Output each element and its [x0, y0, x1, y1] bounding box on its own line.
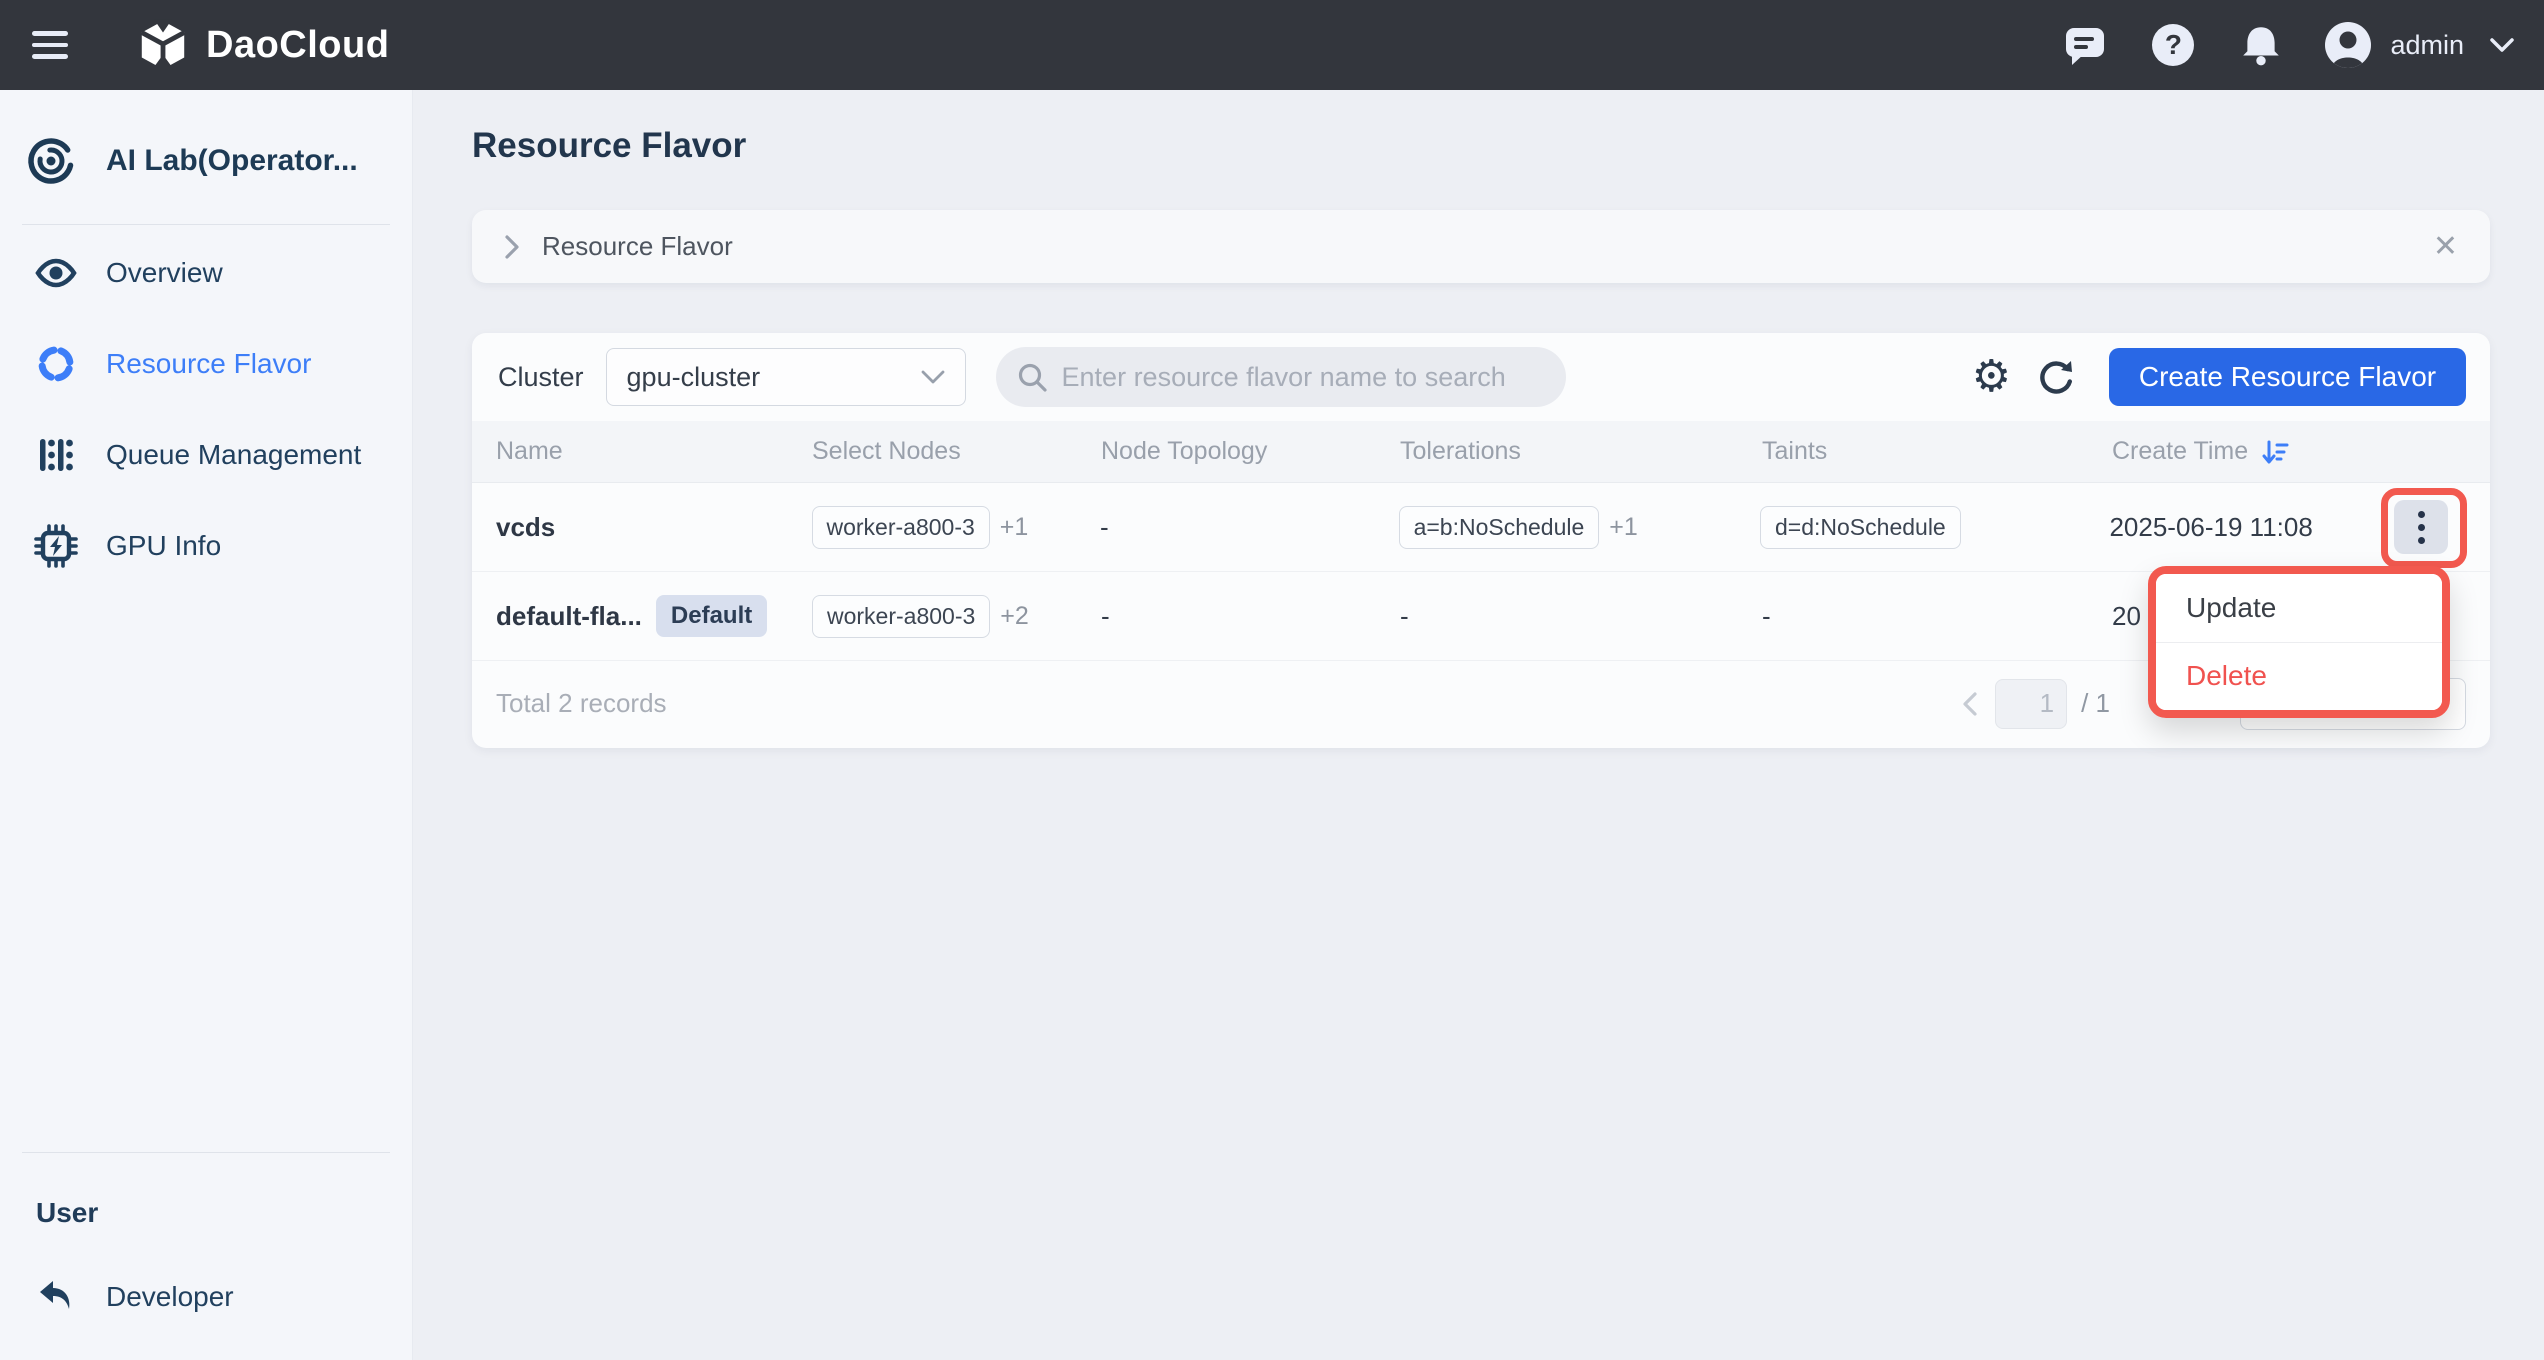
- page-number-input-box: [1995, 679, 2067, 729]
- sidebar-item-label: Queue Management: [106, 439, 361, 471]
- brand-name: DaoCloud: [206, 24, 389, 67]
- username-label: admin: [2390, 30, 2464, 61]
- user-menu[interactable]: admin: [2324, 21, 2514, 69]
- column-header-create-time: Create Time: [2112, 437, 2248, 466]
- navbar-right-group: ?: [2020, 21, 2514, 69]
- eye-icon: [34, 258, 78, 288]
- cluster-select[interactable]: gpu-cluster: [606, 348, 966, 406]
- search-box: [996, 347, 1566, 407]
- menu-item-delete[interactable]: Delete: [2156, 643, 2442, 711]
- table-row: vcds worker-a800-3+1 - a=b:NoSchedule+1 …: [472, 483, 2490, 572]
- sidebar: AI Lab(Operator... Overview R: [0, 90, 413, 1360]
- default-badge: Default: [656, 595, 767, 637]
- action-menu-highlight-annotation: Update Delete: [2148, 566, 2450, 718]
- node-chip: worker-a800-3: [812, 595, 990, 638]
- queue-columns-icon: [34, 435, 78, 475]
- gpu-chip-icon: [34, 524, 78, 568]
- chevron-left-icon[interactable]: [1961, 690, 1979, 718]
- chevron-right-icon[interactable]: [504, 234, 520, 260]
- help-icon[interactable]: ?: [2150, 22, 2196, 68]
- close-icon[interactable]: ✕: [2433, 232, 2458, 262]
- table-toolbar: Cluster gpu-cluster ⚙ Create Reso: [472, 333, 2490, 421]
- sidebar-item-gpu-info[interactable]: GPU Info: [0, 500, 412, 591]
- menu-item-update[interactable]: Update: [2156, 574, 2442, 642]
- row-create-time: 2025-06-19 11:08: [2109, 512, 2394, 543]
- node-chip: worker-a800-3: [812, 506, 990, 549]
- top-navbar: DaoCloud ?: [0, 0, 2544, 90]
- row-select-nodes: worker-a800-3 +2: [812, 595, 1101, 638]
- breadcrumb-label: Resource Flavor: [542, 231, 733, 262]
- column-header-tolerations: Tolerations: [1400, 437, 1762, 466]
- sidebar-item-label: GPU Info: [106, 530, 221, 562]
- help-glyph: ?: [2165, 29, 2182, 61]
- sidebar-item-label: Resource Flavor: [106, 348, 311, 380]
- cluster-select-value: gpu-cluster: [627, 362, 761, 393]
- sidebar-item-resource-flavor[interactable]: Resource Flavor: [0, 318, 412, 409]
- refresh-icon[interactable]: [2035, 356, 2077, 398]
- more-count: +2: [1000, 602, 1029, 630]
- sidebar-bottom: User Developer: [0, 1152, 412, 1342]
- gear-icon[interactable]: ⚙: [1972, 355, 2011, 399]
- search-input[interactable]: [1062, 362, 1546, 393]
- column-header-taints: Taints: [1762, 437, 2112, 466]
- search-icon: [1016, 361, 1048, 393]
- workspace-label: AI Lab(Operator...: [106, 144, 358, 178]
- row-tolerations: -: [1400, 601, 1762, 632]
- row-tolerations: a=b:NoSchedule +1: [1399, 506, 1760, 549]
- create-resource-flavor-button[interactable]: Create Resource Flavor: [2109, 348, 2466, 406]
- reply-arrow-icon: [34, 1279, 78, 1315]
- notification-bell-icon[interactable]: [2238, 22, 2284, 68]
- row-node-topology: -: [1101, 601, 1400, 632]
- row-taints: d=d:NoSchedule: [1760, 506, 2109, 549]
- row-node-topology: -: [1100, 512, 1399, 543]
- sidebar-item-developer[interactable]: Developer: [0, 1251, 412, 1342]
- more-vertical-icon[interactable]: [2394, 500, 2448, 554]
- sidebar-divider: [22, 1152, 390, 1153]
- sidebar-divider: [22, 224, 390, 225]
- avatar: [2324, 21, 2372, 69]
- total-records: Total 2 records: [496, 688, 667, 719]
- sidebar-item-label: Overview: [106, 257, 223, 289]
- taint-chip: d=d:NoSchedule: [1760, 506, 1961, 549]
- app-root: DaoCloud ?: [0, 0, 2544, 1360]
- sidebar-item-overview[interactable]: Overview: [0, 227, 412, 318]
- row-taints: -: [1762, 601, 2112, 632]
- hamburger-menu-icon[interactable]: [32, 31, 68, 59]
- row-name: vcds: [496, 512, 812, 543]
- breadcrumb-bar: Resource Flavor ✕: [472, 210, 2490, 283]
- column-header-node-topology: Node Topology: [1101, 437, 1400, 466]
- sync-circle-icon: [34, 344, 78, 384]
- sidebar-item-label: Developer: [106, 1281, 234, 1313]
- row-select-nodes: worker-a800-3 +1: [812, 506, 1101, 549]
- more-count: +1: [1609, 513, 1638, 541]
- sidebar-item-queue-management[interactable]: Queue Management: [0, 409, 412, 500]
- ai-lab-target-icon: [26, 136, 76, 186]
- chat-icon[interactable]: [2062, 22, 2108, 68]
- workspace-switcher[interactable]: AI Lab(Operator...: [0, 90, 412, 186]
- table-header: Name Select Nodes Node Topology Tolerati…: [472, 421, 2490, 483]
- page-number-input[interactable]: [1996, 688, 2066, 719]
- cluster-label: Cluster: [498, 362, 584, 393]
- page-title: Resource Flavor: [472, 126, 746, 166]
- action-menu: Update Delete: [2156, 574, 2442, 710]
- brand-logo[interactable]: DaoCloud: [136, 18, 389, 72]
- page-total: / 1: [2081, 688, 2110, 719]
- sort-descending-icon[interactable]: [2260, 437, 2290, 467]
- more-count: +1: [1000, 513, 1029, 541]
- chevron-down-icon: [2490, 38, 2514, 52]
- column-header-select-nodes: Select Nodes: [812, 437, 1101, 466]
- sidebar-nav: Overview Resource Flavor: [0, 227, 412, 591]
- row-name: default-fla...: [496, 601, 642, 632]
- chevron-down-icon: [921, 370, 945, 384]
- column-header-name: Name: [496, 437, 812, 466]
- user-section-label: User: [36, 1197, 412, 1229]
- daocloud-cube-icon: [136, 18, 190, 72]
- toleration-chip: a=b:NoSchedule: [1399, 506, 1600, 549]
